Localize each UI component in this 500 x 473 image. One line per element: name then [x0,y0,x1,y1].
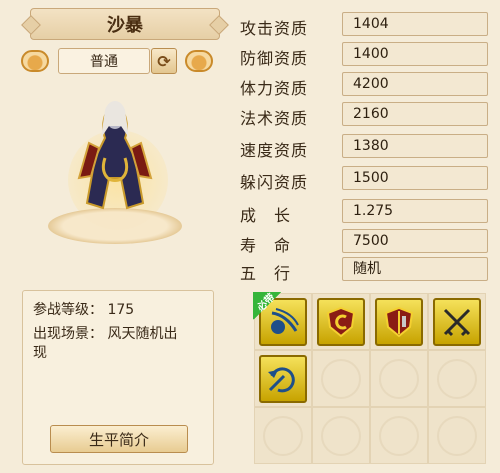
next-paw-button[interactable] [182,46,216,76]
stat-row-defense: 防御资质 1400 [240,42,490,68]
stat-label: 防御资质 [240,49,309,68]
stat-label: 速度资质 [240,141,309,160]
skill-slot[interactable] [428,293,486,350]
stat-row-dodge: 躲闪资质 1500 [240,166,490,192]
skill-slot[interactable]: 必带 [253,292,312,350]
battle-level-value: 175 [107,302,135,318]
pet-info-panel: 参战等级： 175 出现场景： 风天随机出 现 生平简介 [22,290,214,465]
pet-sprite [77,101,153,210]
stat-row-growth: 成长 1.275 [240,199,490,225]
prev-paw-button[interactable] [18,46,52,76]
empty-skill-slot [312,407,370,464]
stat-value: 2160 [342,102,488,126]
stat-value: 7500 [342,229,488,253]
skill-slot[interactable] [370,293,428,350]
crossed-swords-skill-icon[interactable] [433,297,481,346]
empty-skill-slot [254,407,312,464]
stat-row-element: 五行 随机 [240,257,490,283]
stat-value: 1404 [342,12,488,36]
stat-label: 成长 [240,206,309,225]
appear-scene-label: 出现场景： [33,326,103,342]
empty-skill-slot [370,407,428,464]
biography-button-label: 生平简介 [88,430,149,449]
stat-row-stamina: 体力资质 4200 [240,72,490,98]
must-carry-label: 必带 [255,291,278,314]
variant-label: 普通 [90,54,118,70]
stat-row-magic: 法术资质 2160 [240,102,490,128]
paw-icon [21,50,49,72]
must-carry-badge: 必带 [253,292,281,320]
stat-row-attack: 攻击资质 1404 [240,12,490,38]
stat-label: 法术资质 [240,109,309,128]
empty-skill-slot [428,350,486,407]
stat-value: 1.275 [342,199,488,223]
counter-strike-skill-icon[interactable] [259,354,307,403]
stat-value: 1500 [342,166,488,190]
biography-button[interactable]: 生平简介 [50,425,188,453]
variant-display: 普通 [58,48,150,74]
skill-slot[interactable] [312,293,370,350]
pet-name: 沙暴 [107,15,143,36]
empty-skill-slot [428,407,486,464]
shield-c-skill-icon[interactable] [317,297,365,346]
stat-value: 1380 [342,134,488,158]
pet-figure [40,90,190,250]
refresh-icon: ⟳ [157,51,171,71]
empty-skill-slot [370,350,428,407]
appear-scene-line-cont: 现 [33,342,47,362]
shield-b-skill-icon[interactable] [375,297,423,346]
stat-label: 躲闪资质 [240,173,309,192]
pet-name-title: 沙暴 [30,8,220,40]
stat-value: 随机 [342,257,488,281]
skill-slot[interactable] [254,350,312,407]
battle-level-line: 参战等级： 175 [33,299,134,319]
refresh-variant-button[interactable]: ⟳ [151,48,177,74]
appear-scene-value: 风天随机出 [107,326,178,342]
appear-scene-value-cont: 现 [33,345,47,361]
skill-grid: 必带 [253,292,486,465]
stat-row-lifespan: 寿命 7500 [240,229,490,255]
stat-label: 寿命 [240,236,309,255]
battle-level-label: 参战等级： [33,302,103,318]
stat-label: 体力资质 [240,79,309,98]
stat-value: 1400 [342,42,488,66]
stat-row-speed: 速度资质 1380 [240,134,490,160]
stat-label: 五行 [240,264,309,283]
paw-icon [185,50,213,72]
stat-label: 攻击资质 [240,19,309,38]
appear-scene-line: 出现场景： 风天随机出 [33,323,177,343]
stat-value: 4200 [342,72,488,96]
empty-skill-slot [312,350,370,407]
